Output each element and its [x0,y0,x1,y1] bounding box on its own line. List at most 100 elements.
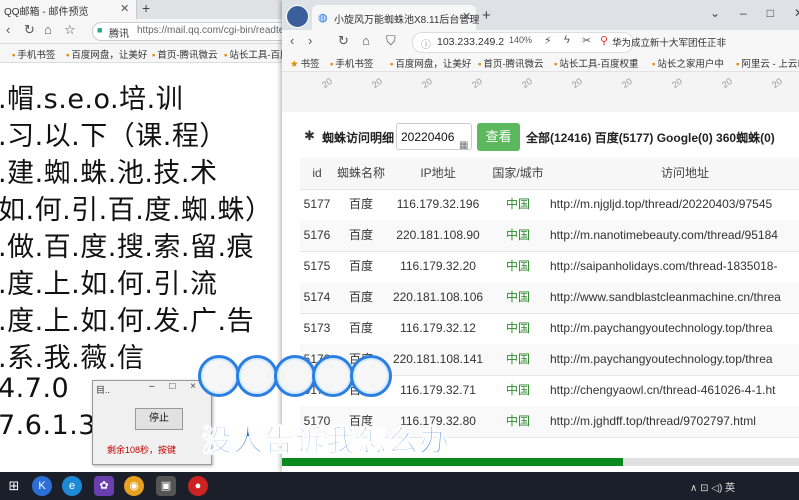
lock-icon: ■ [97,25,103,35]
bookmark-item[interactable]: ▪ 百度网盘，让美好 [390,56,471,70]
folder-icon: ▪ [66,50,70,61]
calendar-icon[interactable]: ▦ [459,132,468,159]
email-line: 4.7.0 [0,373,70,404]
avatar[interactable] [286,5,309,28]
folder-icon: ▪ [554,59,558,70]
left-bookmark-bar: ▪ 手机书签 ▪ 百度网盘，让美好 ▪ 首页-腾讯微云 ▪ 站长工具-百度 [0,44,290,63]
spider-name: 百度 [348,197,373,211]
column-header: IP地址 [420,166,456,180]
visit-url[interactable]: http://www.sandblastcleanmachine.cn/thre… [548,282,799,313]
bookmark-item[interactable]: ▪ 手机书签 [12,47,55,61]
blurred-header-band: 20 20 20 20 20 20 20 20 20 20 [282,72,799,112]
visit-url[interactable]: http://m.paychangyoutechnology.top/threa [548,344,799,375]
dialog-window-controls[interactable]: – □ × [149,381,202,392]
reload-icon[interactable]: ↻ [24,22,35,38]
close-icon[interactable]: ✕ [120,2,129,15]
visit-url[interactable]: http://m.paychangyoutechnology.top/threa [548,313,799,344]
bookmark-item[interactable]: ▪ 站长之家用户中 [652,56,724,70]
spider-name: 百度 [348,228,373,242]
taskbar: ⊞ K e ✿ ◉ ▣ ● ∧ ⊡ ◁) 英 [0,472,799,500]
left-address-bar[interactable]: ■ 腾讯 https://mail.qq.com/cgi-bin/readte [92,22,290,41]
new-tab-icon[interactable]: + [142,0,150,16]
new-tab-icon[interactable]: + [482,7,491,24]
blurred-text: 20 [570,76,584,90]
extension-icon[interactable]: ⚡ [544,34,552,47]
zoom-level[interactable]: 140% [509,35,532,45]
spider-icon: ✱ [304,128,315,143]
countdown-dialog: 目.. – □ × 停止 剩余108秒，按键 [92,380,212,465]
app-icon[interactable]: ▣ [156,476,176,496]
overlay-circle [274,355,316,397]
shield-icon[interactable]: ⛉ [386,33,396,49]
ip-address: 116.179.32.196 [396,197,480,211]
bookmark-item[interactable]: ★ 书签 [290,56,320,70]
bookmark-item[interactable]: ▪ 站长工具-百度权重 [554,56,639,70]
visit-url[interactable]: http://chengyaowl.cn/thread-461026-4-1.h… [548,375,799,406]
left-tab-qqmail[interactable]: QQ邮箱 - 邮件预览 ✕ [0,0,137,19]
browser-icon[interactable]: e [62,476,82,496]
table-row[interactable]: 5174 百度 220.181.108.106 中国 http://www.sandbl… [300,282,799,314]
record-icon[interactable]: ● [188,476,208,496]
table-row[interactable]: 5177 百度 116.179.32.196 中国 http://m.njgljd.to… [300,189,799,221]
table-row[interactable]: 5173 百度 116.179.32.12 中国 http://m.paychangyo… [300,313,799,345]
window-controls[interactable]: ⌄–□✕ [710,6,799,20]
close-icon[interactable]: ✕ [462,10,471,23]
bookmark-item[interactable]: ▪ 站长工具-百度 [224,47,290,61]
right-tab-bar: ◍ 小旋风万能蜘蛛池X8.11后台管理 ✕ + ⌄–□✕ [282,0,799,30]
right-tab-admin[interactable]: ◍ 小旋风万能蜘蛛池X8.11后台管理 ✕ [312,5,480,30]
table-row[interactable]: 5176 百度 220.181.108.90 中国 http://m.nanotimeb… [300,220,799,252]
admin-page: 20 20 20 20 20 20 20 20 20 20 ✱ 蜘蛛访问明细 2… [282,72,799,458]
app-k-icon[interactable]: K [32,476,52,496]
back-icon[interactable]: ‹ [6,22,10,37]
email-line: .做.百.度.搜.索.留.痕 [0,232,255,263]
country: 中国 [505,290,530,304]
right-tab-title: 小旋风万能蜘蛛池X8.11后台管理 [334,15,480,26]
column-header: 访问地址 [660,166,709,180]
visit-url[interactable]: http://m.njgljd.top/thread/20220403/9754… [548,189,799,220]
back-icon[interactable]: ‹ [290,33,294,48]
search-icon[interactable]: ⚲ [600,34,608,47]
stop-button[interactable]: 停止 [135,408,183,430]
system-tray[interactable]: ∧ ⊡ ◁) 英 [690,479,735,494]
blurred-text: 20 [620,76,634,90]
visit-url[interactable]: http://m.nanotimebeauty.com/thread/95184 [548,220,799,251]
bookmark-item[interactable]: ▪ 首页-腾讯微云 [478,56,544,70]
chrome-icon[interactable]: ◉ [124,476,144,496]
folder-icon: ▪ [736,59,740,70]
windows-start-icon[interactable]: ⊞ [4,476,24,496]
table-row[interactable]: 5175 百度 116.179.32.20 中国 http://saipanholida… [300,251,799,283]
email-line: 如.何.引.百.度.蜘.蛛） [0,195,273,226]
blurred-text: 20 [520,76,534,90]
lightning-icon[interactable]: ϟ [564,34,570,46]
country: 中国 [505,383,530,397]
news-ticker[interactable]: 华为成立新十大军团任正非 [612,35,726,49]
folder-icon: ▪ [12,50,16,61]
country: 中国 [505,259,530,273]
visit-url[interactable]: http://m.jghdff.top/thread/9702797.html [548,406,799,437]
bookmark-item[interactable]: ▪ 首页-腾讯微云 [152,47,218,61]
photo-app-icon[interactable]: ✿ [94,476,114,496]
bookmark-item[interactable]: ▪ 百度网盘，让美好 [66,47,147,61]
ip-address: 220.181.108.106 [392,290,484,304]
dialog-title: 目.. [96,385,111,395]
forward-icon[interactable]: › [308,33,312,48]
spider-counts[interactable]: 全部(12416) 百度(5177) Google(0) 360蜘蛛(0) [526,129,775,146]
folder-icon: ▪ [152,50,156,61]
home-icon[interactable]: ⌂ [44,22,52,37]
query-button[interactable]: 查看 [477,123,520,151]
bookmark-icon[interactable]: ☆ [64,22,76,38]
blurred-text: 20 [420,76,434,90]
column-header: id [312,166,322,180]
ip-address: 220.181.108.90 [396,228,480,242]
visit-url[interactable]: http://saipanholidays.com/thread-1835018… [548,251,799,282]
date-input[interactable]: 20220406 ▦ [396,123,472,151]
star-icon: ★ [290,59,299,70]
globe-icon: ◍ [318,12,328,24]
home-icon[interactable]: ⌂ [362,33,370,48]
bookmark-item[interactable]: ▪阿里云 - 上云就上 [736,56,799,70]
country: 中国 [505,228,530,242]
reload-icon[interactable]: ↻ [338,33,349,49]
cut-icon[interactable]: ✂ [582,34,591,47]
spider-name: 百度 [348,321,373,335]
bookmark-item[interactable]: ▪ 手机书签 [330,56,373,70]
